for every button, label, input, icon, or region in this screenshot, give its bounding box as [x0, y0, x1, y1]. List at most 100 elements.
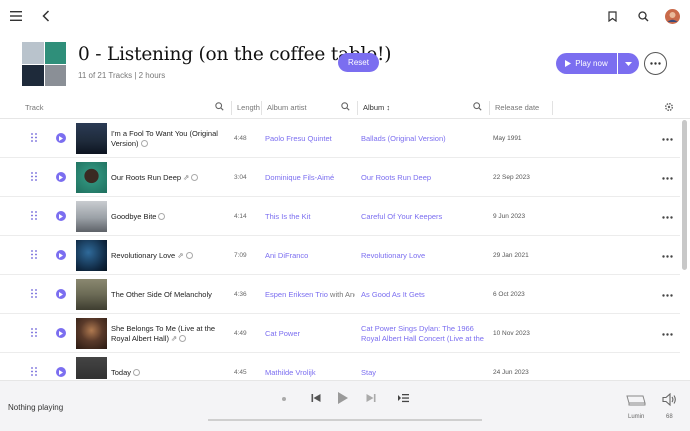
track-search-icon[interactable] [215, 102, 224, 113]
album-link[interactable]: Careful Of Your Keepers [361, 212, 487, 222]
track-length: 3:04 [234, 174, 247, 181]
shuffle-dot-icon[interactable] [281, 396, 287, 402]
track-title[interactable]: Goodbye Bite [111, 212, 229, 222]
drag-handle-icon[interactable] [31, 289, 37, 300]
album-artist-link[interactable]: Dominique Fils-Aimé [265, 173, 355, 183]
row-more-icon[interactable] [662, 290, 673, 299]
queue-icon[interactable] [398, 393, 409, 403]
info-icon [179, 335, 187, 342]
play-track-icon[interactable] [56, 289, 66, 299]
column-track[interactable]: Track [25, 103, 43, 112]
sort-icon: ↕ [386, 103, 391, 112]
player-bar: Nothing playing Lumin 68 [0, 380, 690, 431]
track-title[interactable]: Today [111, 368, 229, 378]
album-artist-link[interactable]: Espen Eriksen Trio with Andy [265, 290, 355, 300]
play-track-icon[interactable] [56, 211, 66, 221]
play-now-button[interactable]: Play now [556, 53, 617, 74]
row-more-icon[interactable] [662, 329, 673, 338]
album-link[interactable]: Our Roots Run Deep [361, 173, 487, 183]
column-release-date[interactable]: Release date [495, 103, 539, 112]
previous-track-icon[interactable] [311, 393, 321, 403]
user-avatar[interactable] [664, 8, 680, 24]
column-album-artist[interactable]: Album artist [267, 103, 307, 112]
column-length[interactable]: Length [237, 103, 260, 112]
menu-icon[interactable] [8, 8, 24, 24]
album-artist-search-icon[interactable] [341, 102, 350, 113]
column-album[interactable]: Album ↕ [363, 103, 390, 112]
volume-level: 68 [666, 414, 673, 420]
play-track-icon[interactable] [56, 328, 66, 338]
album-artist-link[interactable]: Ani DiFranco [265, 251, 355, 261]
track-length: 4:49 [234, 330, 247, 337]
info-icon [185, 252, 193, 259]
table-row[interactable]: Today 4:45 Mathilde Vrolijk Stay 24 Jun … [0, 353, 680, 379]
table-row[interactable]: She Belongs To Me (Live at the Royal Alb… [0, 314, 680, 353]
table-row[interactable]: I'm a Fool To Want You (Original Version… [0, 119, 680, 158]
track-length: 4:36 [234, 291, 247, 298]
playlist-subtitle: 11 of 21 Tracks | 2 hours [78, 71, 166, 80]
playlist-cover [22, 42, 66, 86]
album-artist-link[interactable]: Cat Power [265, 329, 355, 339]
table-row[interactable]: The Other Side Of Melancholy 4:36 Espen … [0, 275, 680, 314]
track-title[interactable]: Our Roots Run Deep ⇗ [111, 173, 229, 183]
output-device-icon[interactable] [626, 394, 646, 406]
play-track-icon[interactable] [56, 133, 66, 143]
track-length: 7:09 [234, 252, 247, 259]
drag-handle-icon[interactable] [31, 328, 37, 339]
drag-handle-icon[interactable] [31, 250, 37, 261]
link-icon: ⇗ [183, 173, 190, 182]
row-more-icon[interactable] [662, 173, 673, 182]
table-row[interactable]: Goodbye Bite 4:14 This Is the Kit Carefu… [0, 197, 680, 236]
track-title[interactable]: The Other Side Of Melancholy [111, 290, 229, 300]
scrollbar[interactable] [682, 120, 687, 270]
track-title[interactable]: She Belongs To Me (Live at the Royal Alb… [111, 324, 229, 344]
output-device-label: Lumin [628, 414, 645, 420]
playlist-header: 0 - Listening (on the coffee table!) 11 … [0, 38, 690, 90]
release-date: 24 Jun 2023 [493, 369, 529, 376]
row-more-icon[interactable] [662, 134, 673, 143]
bookmark-icon[interactable] [604, 8, 620, 24]
info-icon [191, 174, 199, 181]
drag-handle-icon[interactable] [31, 172, 37, 183]
search-icon[interactable] [635, 8, 651, 24]
link-icon: ⇗ [177, 251, 184, 260]
track-title[interactable]: Revolutionary Love ⇗ [111, 251, 229, 261]
album-link[interactable]: Stay [361, 368, 487, 378]
back-icon[interactable] [38, 8, 54, 24]
drag-handle-icon[interactable] [31, 133, 37, 144]
album-thumbnail [76, 123, 107, 154]
album-artist-link[interactable]: This Is the Kit [265, 212, 355, 222]
next-track-icon[interactable] [366, 393, 376, 403]
play-track-icon[interactable] [56, 172, 66, 182]
album-link[interactable]: Revolutionary Love [361, 251, 487, 261]
album-search-icon[interactable] [473, 102, 482, 113]
track-title[interactable]: I'm a Fool To Want You (Original Version… [111, 129, 229, 149]
album-link[interactable]: As Good As It Gets [361, 290, 487, 300]
play-options-dropdown[interactable] [618, 53, 639, 74]
link-icon: ⇗ [171, 334, 178, 343]
table-row[interactable]: Revolutionary Love ⇗ 7:09 Ani DiFranco R… [0, 236, 680, 275]
play-pause-icon[interactable] [337, 391, 349, 405]
drag-handle-icon[interactable] [31, 211, 37, 222]
play-track-icon[interactable] [56, 250, 66, 260]
row-more-icon[interactable] [662, 251, 673, 260]
settings-gear-icon[interactable] [664, 102, 674, 114]
album-thumbnail [76, 162, 107, 193]
album-thumbnail [76, 318, 107, 349]
volume-icon[interactable] [662, 393, 677, 406]
playback-progress-bar[interactable] [208, 419, 482, 421]
track-table-header: Track Length Album artist Album ↕ Releas… [0, 98, 690, 119]
reset-button[interactable]: Reset [338, 53, 379, 72]
album-artist-link[interactable]: Mathilde Vrolijk [265, 368, 355, 378]
column-album-label: Album [363, 103, 385, 112]
release-date: 10 Nov 2023 [493, 330, 530, 337]
play-track-icon[interactable] [56, 367, 66, 377]
table-row[interactable]: Our Roots Run Deep ⇗ 3:04 Dominique Fils… [0, 158, 680, 197]
drag-handle-icon[interactable] [31, 367, 37, 378]
album-link[interactable]: Ballads (Original Version) [361, 134, 487, 144]
album-thumbnail [76, 357, 107, 379]
album-link[interactable]: Cat Power Sings Dylan: The 1966 Royal Al… [361, 324, 487, 344]
more-options-button[interactable] [644, 52, 667, 75]
album-artist-link[interactable]: Paolo Fresu Quintet [265, 134, 355, 144]
row-more-icon[interactable] [662, 212, 673, 221]
